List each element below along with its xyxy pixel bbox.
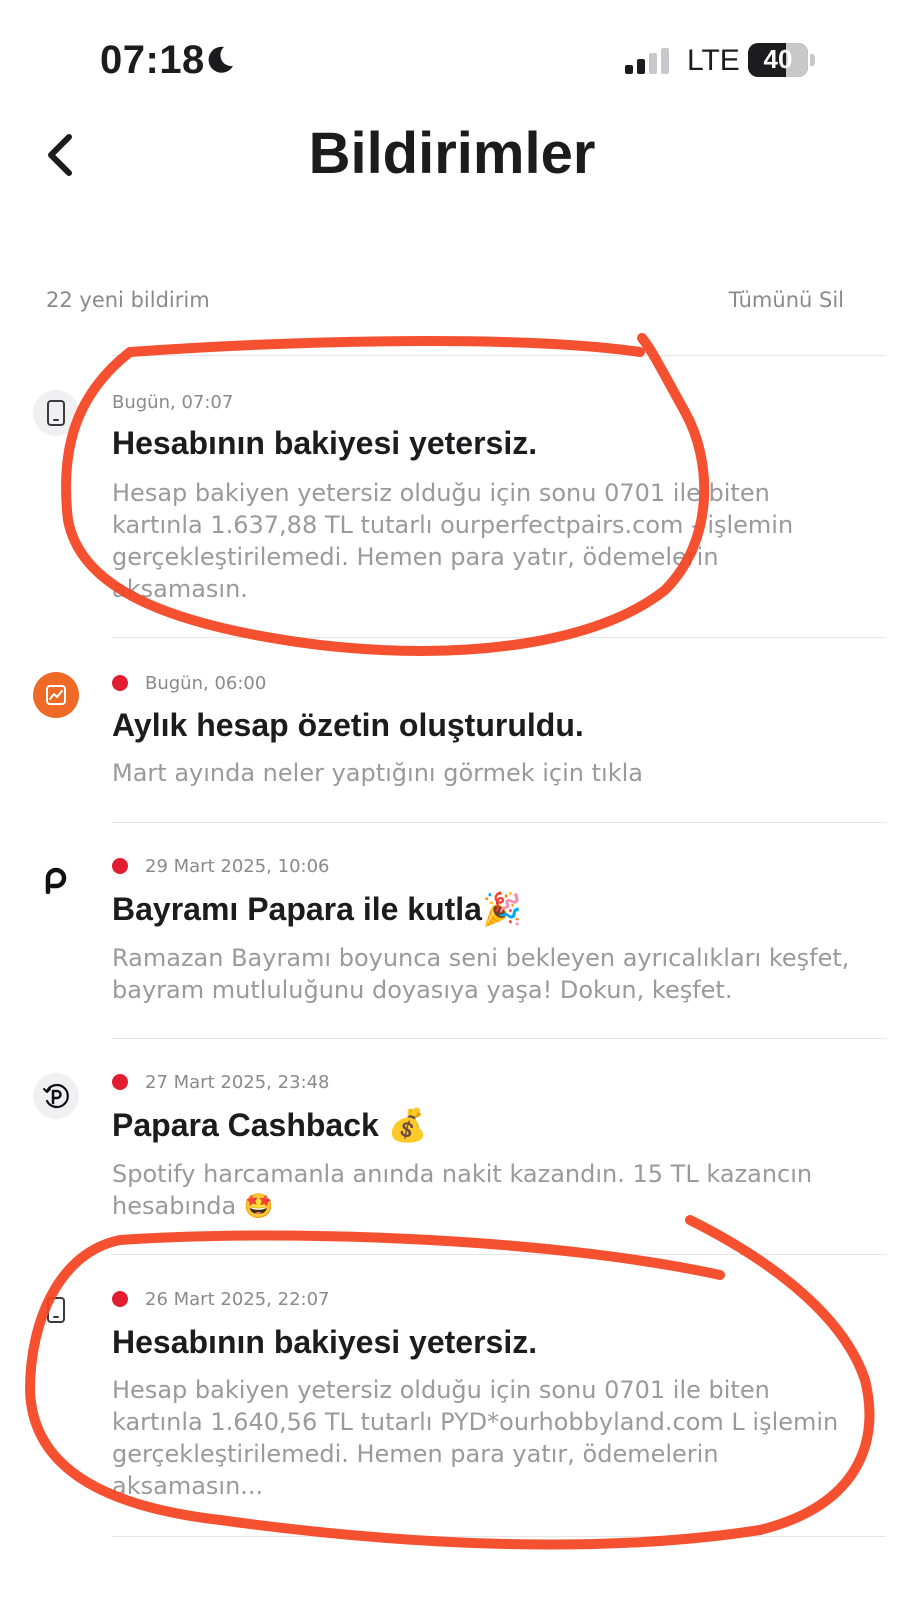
notification-time: 29 Mart 2025, 10:06 (145, 856, 330, 877)
notification-item[interactable]: Bugün, 06:00 Aylık hesap özetin oluşturu… (0, 637, 904, 822)
unread-dot (112, 858, 128, 874)
notification-item[interactable]: Bugün, 07:07 Hesabının bakiyesi yetersiz… (0, 355, 904, 637)
unread-dot (112, 1074, 128, 1090)
unread-dot (112, 675, 128, 691)
status-time: 07:18 (100, 38, 205, 82)
moon-icon (208, 46, 233, 73)
network-type: LTE (687, 44, 740, 77)
divider (112, 1536, 886, 1537)
notification-body: Mart ayında neler yaptığını görmek için … (112, 759, 643, 787)
unread-dot (112, 1291, 128, 1307)
notification-time: 26 Mart 2025, 22:07 (145, 1289, 330, 1310)
battery-icon: 40 (748, 43, 816, 77)
notification-title: Hesabının bakiyesi yetersiz. (112, 425, 538, 461)
papara-logo-icon (33, 857, 79, 903)
cellular-signal-icon (625, 48, 669, 74)
phone-icon (33, 390, 79, 436)
new-notification-count: 22 yeni bildirim (46, 288, 210, 312)
phone-icon (33, 1287, 79, 1333)
notifications-screen: 07:18 LTE 40 Bildirimler 22 yeni bildiri… (0, 0, 904, 1600)
notification-item[interactable]: 29 Mart 2025, 10:06 Bayramı Papara ile k… (0, 822, 904, 1038)
notification-body: Hesap bakiyen yetersiz olduğu için sonu … (112, 1376, 839, 1500)
status-bar: 07:18 LTE 40 (0, 0, 904, 120)
chart-icon (33, 672, 79, 718)
notification-time: 27 Mart 2025, 23:48 (145, 1072, 330, 1093)
battery-level: 40 (763, 44, 793, 74)
notification-body: Hesap bakiyen yetersiz olduğu için sonu … (112, 479, 794, 603)
notification-title: Papara Cashback 💰 (112, 1107, 428, 1143)
page-title: Bildirimler (308, 121, 596, 186)
notification-item[interactable]: 26 Mart 2025, 22:07 Hesabının bakiyesi y… (0, 1254, 904, 1536)
notification-title: Hesabının bakiyesi yetersiz. (112, 1324, 538, 1360)
delete-all-button[interactable]: Tümünü Sil (729, 288, 844, 312)
notification-item[interactable]: 27 Mart 2025, 23:48 Papara Cashback 💰 Sp… (0, 1038, 904, 1254)
notification-body: Spotify harcamanla anında nakit kazandın… (112, 1160, 813, 1220)
cashback-icon (33, 1073, 79, 1119)
notification-title: Aylık hesap özetin oluşturuldu. (112, 707, 584, 743)
notification-time: Bugün, 07:07 (112, 392, 234, 413)
notification-body: Ramazan Bayramı boyunca seni bekleyen ay… (112, 944, 850, 1004)
notification-title: Bayramı Papara ile kutla🎉 (112, 891, 522, 927)
notification-time: Bugün, 06:00 (145, 673, 267, 694)
